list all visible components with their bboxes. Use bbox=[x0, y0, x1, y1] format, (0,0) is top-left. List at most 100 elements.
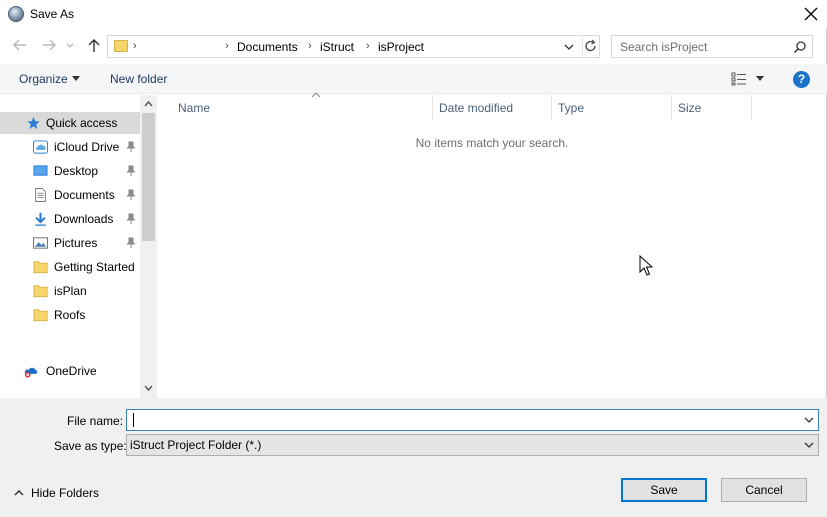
search-box[interactable]: Search isProject bbox=[611, 35, 813, 58]
nav-item-roofs[interactable]: Roofs bbox=[0, 304, 140, 326]
onedrive-icon bbox=[24, 367, 38, 378]
downloads-icon bbox=[35, 212, 46, 226]
breadcrumb-documents[interactable]: Documents bbox=[237, 40, 298, 54]
nav-item-getting-started[interactable]: Getting Started bbox=[0, 256, 140, 278]
help-button[interactable]: ? bbox=[793, 71, 810, 88]
breadcrumb-isproject[interactable]: isProject bbox=[378, 40, 424, 54]
pictures-icon bbox=[33, 237, 48, 249]
save-button[interactable]: Save bbox=[621, 478, 707, 502]
close-icon bbox=[804, 7, 818, 21]
nav-item-label: Pictures bbox=[54, 236, 98, 250]
save-form-area: File name: Save as type: iStruct Project… bbox=[0, 398, 827, 517]
column-header-label: Date modified bbox=[439, 101, 514, 115]
pin-icon bbox=[126, 141, 136, 152]
column-header-label: Size bbox=[678, 101, 702, 115]
folder-icon bbox=[33, 309, 48, 322]
save-as-type-label: Save as type: bbox=[54, 439, 127, 453]
nav-item-label: OneDrive bbox=[46, 364, 97, 378]
star-icon bbox=[27, 116, 40, 130]
documents-icon bbox=[35, 188, 46, 202]
breadcrumb-istruct[interactable]: iStruct bbox=[320, 40, 354, 54]
back-arrow-icon bbox=[13, 39, 26, 51]
nav-scrollbar[interactable] bbox=[140, 95, 157, 398]
chevron-down-icon bbox=[804, 442, 814, 448]
chevron-down-icon bbox=[66, 43, 74, 48]
search-placeholder: Search isProject bbox=[620, 40, 708, 54]
nav-item-isplan[interactable]: isPlan bbox=[0, 280, 140, 302]
column-header-name[interactable]: Name bbox=[172, 92, 433, 120]
nav-item-label: Downloads bbox=[54, 212, 114, 226]
up-button[interactable] bbox=[85, 36, 105, 56]
breadcrumb-chevron[interactable]: › bbox=[366, 40, 370, 52]
nav-item-label: isPlan bbox=[54, 284, 87, 298]
title-bar: Save As bbox=[0, 0, 827, 28]
forward-arrow-icon bbox=[43, 39, 56, 51]
nav-item-label: Getting Started bbox=[54, 260, 135, 274]
file-name-label: File name: bbox=[67, 414, 124, 428]
refresh-icon bbox=[585, 39, 596, 52]
organize-menu[interactable]: Organize bbox=[19, 72, 68, 86]
file-name-input[interactable] bbox=[126, 409, 819, 431]
save-as-type-value: iStruct Project Folder (*.) bbox=[130, 438, 262, 452]
pin-icon bbox=[126, 165, 136, 176]
breadcrumb-chevron[interactable]: › bbox=[308, 40, 312, 52]
back-button[interactable] bbox=[11, 36, 31, 56]
column-header-size[interactable]: Size bbox=[672, 95, 752, 120]
command-bar: Organize New folder ? bbox=[0, 64, 827, 94]
breadcrumb-chevron[interactable]: › bbox=[133, 40, 137, 52]
breadcrumb-chevron[interactable]: › bbox=[225, 40, 229, 52]
nav-item-quick-access[interactable]: Quick access bbox=[0, 112, 140, 134]
pin-icon bbox=[126, 213, 136, 224]
refresh-button[interactable] bbox=[582, 36, 600, 57]
folder-icon bbox=[33, 261, 48, 274]
chevron-down-icon[interactable] bbox=[804, 416, 814, 424]
close-button[interactable] bbox=[797, 2, 825, 26]
nav-item-documents[interactable]: Documents bbox=[0, 184, 140, 206]
nav-item-onedrive[interactable]: OneDrive bbox=[0, 360, 140, 382]
app-globe-icon bbox=[8, 6, 24, 22]
hide-folders-label: Hide Folders bbox=[31, 486, 100, 500]
address-dropdown-button[interactable] bbox=[563, 40, 575, 57]
recent-locations-button[interactable] bbox=[65, 36, 77, 56]
chevron-up-icon bbox=[14, 489, 24, 496]
column-header-type[interactable]: Type bbox=[552, 95, 672, 120]
forward-button[interactable] bbox=[40, 36, 60, 56]
caret-down-icon[interactable] bbox=[756, 76, 764, 81]
nav-item-label: Desktop bbox=[54, 164, 99, 178]
caret-down-icon[interactable] bbox=[72, 76, 80, 81]
window-title: Save As bbox=[30, 7, 75, 21]
folder-icon bbox=[33, 285, 48, 298]
save-as-type-select[interactable]: iStruct Project Folder (*.) bbox=[126, 434, 819, 456]
column-header-label: Name bbox=[178, 101, 211, 115]
details-view-icon bbox=[731, 72, 746, 86]
new-folder-button[interactable]: New folder bbox=[110, 72, 167, 86]
nav-item-label: Documents bbox=[54, 188, 115, 202]
column-header-date-modified[interactable]: Date modified bbox=[433, 95, 552, 120]
file-list[interactable]: Name Date modified Type Size No items ma… bbox=[159, 92, 825, 398]
nav-item-label: Roofs bbox=[54, 308, 86, 322]
navigation-pane: Quick access iCloud Drive Desktop Docume… bbox=[0, 95, 158, 398]
nav-item-pictures[interactable]: Pictures bbox=[0, 232, 140, 254]
scrollbar-thumb[interactable] bbox=[142, 113, 155, 241]
address-bar[interactable]: › › Documents › iStruct › isProject bbox=[107, 35, 600, 58]
column-header-label: Type bbox=[558, 101, 585, 115]
up-arrow-icon bbox=[88, 39, 100, 52]
save-as-dialog: Save As › › Documents › iStruct › isProj… bbox=[0, 0, 827, 517]
pin-icon bbox=[126, 237, 136, 248]
nav-item-downloads[interactable]: Downloads bbox=[0, 208, 140, 230]
search-icon[interactable] bbox=[793, 40, 807, 57]
mouse-cursor-icon bbox=[639, 255, 653, 276]
nav-item-label: iCloud Drive bbox=[54, 140, 120, 154]
text-caret bbox=[133, 413, 134, 427]
chevron-down-icon bbox=[564, 44, 574, 50]
view-options-button[interactable] bbox=[731, 72, 747, 89]
folder-icon bbox=[114, 40, 128, 52]
scroll-down-icon[interactable] bbox=[144, 385, 153, 392]
cancel-button[interactable]: Cancel bbox=[721, 478, 807, 502]
nav-item-icloud-drive[interactable]: iCloud Drive bbox=[0, 136, 140, 158]
pin-icon bbox=[126, 189, 136, 200]
nav-item-desktop[interactable]: Desktop bbox=[0, 160, 140, 182]
desktop-icon bbox=[33, 165, 48, 176]
address-row: › › Documents › iStruct › isProject Sear… bbox=[0, 32, 827, 60]
scroll-up-icon[interactable] bbox=[144, 100, 153, 107]
